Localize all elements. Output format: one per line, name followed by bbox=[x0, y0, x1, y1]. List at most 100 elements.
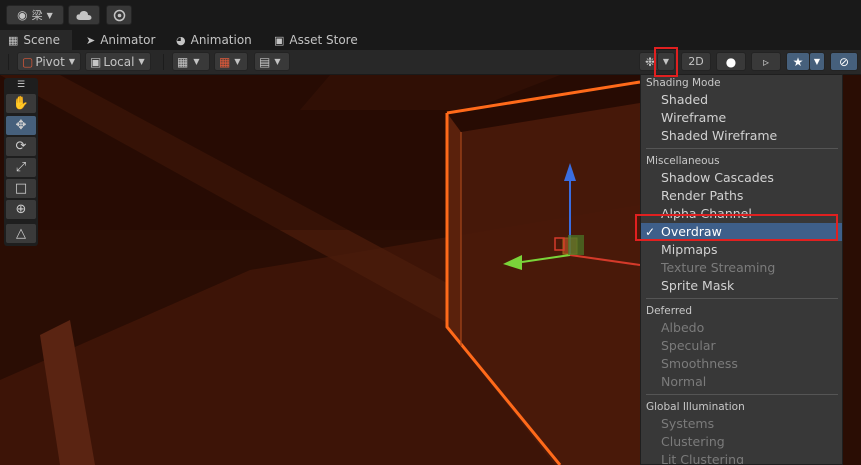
chevron-down-icon: ▼ bbox=[274, 57, 281, 66]
rect-tool[interactable]: □ bbox=[6, 179, 36, 198]
menu-item-label: Shaded Wireframe bbox=[661, 128, 778, 143]
scene-icon: ▦ bbox=[8, 33, 19, 47]
visibility-toggle-button[interactable]: ⊘ bbox=[830, 52, 858, 71]
menu-item-label: Render Paths bbox=[661, 188, 744, 203]
menu-item-sprite-mask[interactable]: Sprite Mask bbox=[641, 277, 842, 295]
effects-toggle-button[interactable]: ★ bbox=[786, 52, 810, 71]
cloud-icon bbox=[76, 10, 92, 20]
menu-item-shadow-cascades[interactable]: Shadow Cascades bbox=[641, 169, 842, 187]
local-icon: ▣ bbox=[90, 54, 102, 69]
hand-icon: ✋ bbox=[12, 96, 30, 111]
palette-drag-handle[interactable]: ☰ bbox=[6, 80, 36, 90]
move-icon: ✥ bbox=[15, 118, 27, 133]
menu-item-smoothness: Smoothness bbox=[641, 355, 842, 373]
menu-item-label: Shaded bbox=[661, 92, 709, 107]
tab-bar: ▦ Scene ➤ Animator ◕ Animation ▣ Asset S… bbox=[0, 30, 861, 50]
custom-tool[interactable]: △ bbox=[6, 224, 36, 243]
transform-tool[interactable]: ⊕ bbox=[6, 200, 36, 219]
account-dropdown[interactable]: ◉ 梁 ▼ bbox=[6, 5, 64, 25]
menu-section-header: Deferred bbox=[646, 305, 693, 317]
grid-snap-dropdown[interactable]: ▦ ▼ bbox=[172, 52, 210, 71]
chevron-down-icon: ▼ bbox=[193, 57, 200, 66]
menu-item-render-paths[interactable]: Render Paths bbox=[641, 187, 842, 205]
menu-item-label: Clustering bbox=[661, 434, 725, 449]
menu-item-mipmaps[interactable]: Mipmaps bbox=[641, 241, 842, 259]
tab-label: Scene bbox=[23, 33, 60, 47]
menu-item-shaded[interactable]: Shaded bbox=[641, 91, 842, 109]
tab-label: Animator bbox=[100, 33, 156, 47]
menu-item-label: Specular bbox=[661, 338, 716, 353]
menu-item-lit-clustering: Lit Clustering bbox=[641, 451, 842, 465]
toolbar-separator bbox=[163, 54, 164, 70]
account-icon: ◉ bbox=[17, 8, 28, 22]
toolbar-grip bbox=[8, 54, 9, 70]
effects-icon: ★ bbox=[792, 54, 804, 69]
lighting-toggle-button[interactable]: ● bbox=[716, 52, 746, 71]
animator-icon: ➤ bbox=[86, 33, 96, 47]
increment-snap-dropdown[interactable]: ▦ ▼ bbox=[214, 52, 248, 71]
speaker-mute-icon: ▹ bbox=[762, 54, 770, 69]
menu-item-specular: Specular bbox=[641, 337, 842, 355]
pivot-label: Pivot bbox=[35, 54, 65, 69]
menu-item-label: Wireframe bbox=[661, 110, 727, 125]
tab-animation[interactable]: ◕ Animation bbox=[176, 30, 252, 50]
cloud-button[interactable] bbox=[68, 5, 100, 25]
draw-mode-menu: Shading Mode Shaded Wireframe Shaded Wirefr… bbox=[640, 74, 843, 465]
tab-scene[interactable]: ▦ Scene bbox=[8, 30, 60, 50]
chevron-down-icon: ▼ bbox=[138, 57, 145, 66]
menu-item-label: Texture Streaming bbox=[661, 260, 776, 275]
custom-tool-icon: △ bbox=[16, 226, 26, 241]
animation-icon: ◕ bbox=[176, 33, 186, 47]
collab-icon bbox=[113, 9, 125, 21]
grid-icon: ▦ bbox=[177, 54, 189, 69]
chevron-down-icon: ▼ bbox=[813, 57, 821, 66]
menu-item-shaded-wireframe[interactable]: Shaded Wireframe bbox=[641, 127, 842, 145]
local-dropdown[interactable]: ▣ Local ▼ bbox=[85, 52, 151, 71]
drag-handle-icon: ☰ bbox=[16, 80, 26, 90]
ruler-snap-dropdown[interactable]: ▤ ▼ bbox=[254, 52, 290, 71]
menu-item-texture-streaming: Texture Streaming bbox=[641, 259, 842, 277]
tool-palette: ☰ ✋ ✥ ⟳ ⤢ □ ⊕ △ bbox=[4, 78, 38, 246]
ruler-icon: ▤ bbox=[259, 54, 271, 69]
store-icon: ▣ bbox=[274, 33, 285, 47]
lightbulb-icon: ● bbox=[725, 54, 737, 69]
tab-label: Asset Store bbox=[289, 33, 358, 47]
menu-item-label: Mipmaps bbox=[661, 242, 718, 257]
move-tool[interactable]: ✥ bbox=[6, 116, 36, 135]
account-label: 梁 bbox=[31, 9, 43, 22]
scale-tool[interactable]: ⤢ bbox=[6, 158, 36, 177]
menu-divider bbox=[646, 298, 838, 299]
rotate-icon: ⟳ bbox=[15, 139, 27, 154]
tab-label: Animation bbox=[190, 33, 252, 47]
2d-label: 2D bbox=[688, 55, 704, 68]
2d-toggle-button[interactable]: 2D bbox=[681, 52, 711, 71]
effects-dropdown-arrow[interactable]: ▼ bbox=[809, 52, 825, 71]
pivot-dropdown[interactable]: ▢ Pivot ▼ bbox=[17, 52, 81, 71]
collab-button[interactable] bbox=[106, 5, 132, 25]
scale-icon: ⤢ bbox=[15, 160, 27, 175]
audio-toggle-button[interactable]: ▹ bbox=[751, 52, 781, 71]
menu-item-label: Lit Clustering bbox=[661, 452, 745, 465]
local-label: Local bbox=[103, 54, 135, 69]
scene-toolbar: ▢ Pivot ▼ ▣ Local ▼ ▦ ▼ ▦ ▼ ▤ ▼ ❉ ▼ 2D ●… bbox=[0, 50, 861, 75]
menu-item-wireframe[interactable]: Wireframe bbox=[641, 109, 842, 127]
menu-section-header: Miscellaneous bbox=[646, 155, 720, 167]
rotate-tool[interactable]: ⟳ bbox=[6, 137, 36, 156]
hand-tool[interactable]: ✋ bbox=[6, 94, 36, 113]
menu-section-header: Shading Mode bbox=[646, 77, 721, 89]
menu-divider bbox=[646, 394, 838, 395]
menu-item-clustering: Clustering bbox=[641, 433, 842, 451]
chevron-down-icon: ▼ bbox=[234, 57, 241, 66]
overdraw-cube-side bbox=[447, 113, 461, 346]
gizmo-plane-handle bbox=[568, 235, 584, 255]
eye-hidden-icon: ⊘ bbox=[838, 54, 850, 69]
menu-item-systems: Systems bbox=[641, 415, 842, 433]
tab-asset-store[interactable]: ▣ Asset Store bbox=[274, 30, 358, 50]
annotation-highlight-overdraw bbox=[635, 214, 838, 241]
snap-icon: ▦ bbox=[219, 54, 231, 69]
tab-animator[interactable]: ➤ Animator bbox=[86, 30, 155, 50]
menu-item-label: Normal bbox=[661, 374, 707, 389]
menu-divider bbox=[646, 148, 838, 149]
menu-item-label: Shadow Cascades bbox=[661, 170, 774, 185]
rect-transform-icon: □ bbox=[14, 181, 28, 196]
